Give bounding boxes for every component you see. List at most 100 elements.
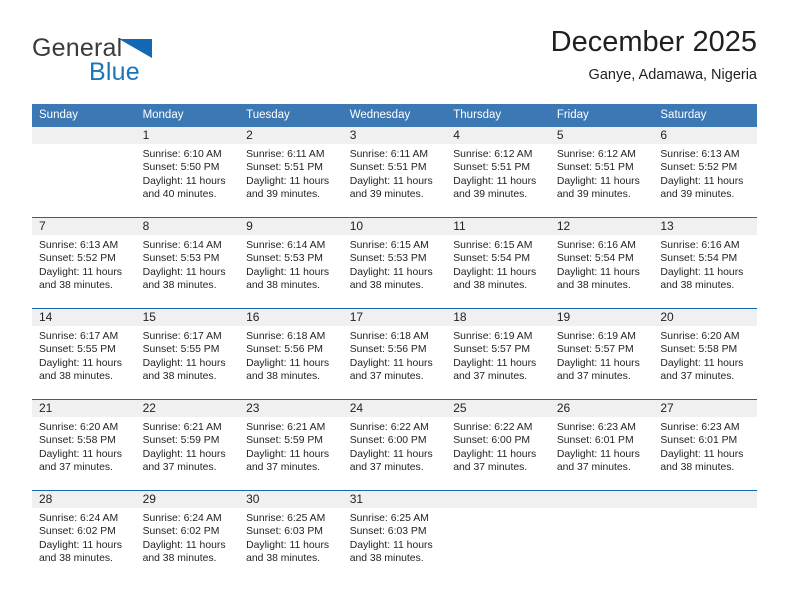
day-number: 15	[135, 309, 240, 326]
day-number: 24	[342, 400, 447, 417]
weekday-header-saturday: Saturday	[653, 104, 757, 127]
calendar-day-cell[interactable]: 24 Sunrise: 6:22 AM Sunset: 6:00 PM Dayligh…	[342, 399, 447, 491]
calendar-day-cell[interactable]: 27 Sunrise: 6:23 AM Sunset: 6:01 PM Dayligh…	[653, 399, 757, 491]
sunrise-text: Sunrise: 6:19 AM	[453, 331, 533, 342]
daylight-line2-text: and 38 minutes.	[39, 279, 113, 291]
calendar-day-cell[interactable]: 26 Sunrise: 6:23 AM Sunset: 6:01 PM Dayligh…	[549, 399, 654, 491]
daylight-line1-text: Daylight: 11 hours	[142, 175, 226, 187]
weekday-header-tuesday: Tuesday	[239, 104, 343, 127]
day-details: Sunrise: 6:25 AM Sunset: 6:03 PM Daylight:…	[239, 508, 343, 565]
sunrise-text: Sunrise: 6:22 AM	[349, 422, 429, 433]
calendar-day-cell[interactable]: 16 Sunrise: 6:18 AM Sunset: 5:56 PM Dayligh…	[239, 308, 343, 400]
day-number: 30	[239, 491, 343, 508]
sunrise-text: Sunrise: 6:21 AM	[246, 422, 326, 433]
day-number: 28	[32, 491, 136, 508]
day-number: 1	[135, 127, 240, 144]
calendar-week-row: 7 Sunrise: 6:13 AM Sunset: 5:52 PM Daylight…	[32, 217, 757, 309]
calendar-day-cell[interactable]: 30 Sunrise: 6:25 AM Sunset: 6:03 PM Dayligh…	[239, 490, 343, 581]
calendar-day-cell[interactable]: 7 Sunrise: 6:13 AM Sunset: 5:52 PM Daylight…	[32, 217, 136, 309]
daylight-line1-text: Daylight: 11 hours	[349, 266, 433, 278]
daylight-line1-text: Daylight: 11 hours	[660, 175, 744, 187]
calendar-day-cell[interactable]: 23 Sunrise: 6:21 AM Sunset: 5:59 PM Dayligh…	[239, 399, 343, 491]
daylight-line2-text: and 38 minutes.	[246, 552, 321, 564]
sunrise-text: Sunrise: 6:12 AM	[453, 149, 533, 160]
calendar-day-cell[interactable]: 10 Sunrise: 6:15 AM Sunset: 5:53 PM Dayligh…	[342, 217, 447, 309]
calendar-week-row: 21 Sunrise: 6:20 AM Sunset: 5:58 PM Dayligh…	[32, 399, 757, 491]
day-details: Sunrise: 6:21 AM Sunset: 5:59 PM Daylight:…	[239, 417, 343, 474]
sunset-text: Sunset: 6:02 PM	[39, 526, 116, 538]
calendar-day-cell[interactable]: 11 Sunrise: 6:15 AM Sunset: 5:54 PM Dayligh…	[446, 217, 550, 309]
sunset-text: Sunset: 5:56 PM	[246, 344, 323, 356]
sunset-text: Sunset: 5:51 PM	[349, 162, 427, 174]
calendar-day-cell[interactable]: 8 Sunrise: 6:14 AM Sunset: 5:53 PM Daylight…	[135, 217, 240, 309]
sunrise-text: Sunrise: 6:10 AM	[142, 149, 222, 160]
calendar-day-cell[interactable]: 4 Sunrise: 6:12 AM Sunset: 5:51 PM Daylight…	[446, 127, 550, 218]
calendar-day-cell[interactable]: 28 Sunrise: 6:24 AM Sunset: 6:02 PM Dayligh…	[32, 490, 136, 581]
calendar-day-cell[interactable]: 13 Sunrise: 6:16 AM Sunset: 5:54 PM Dayligh…	[653, 217, 757, 309]
triangle-flag-icon	[119, 39, 152, 58]
day-number: 18	[446, 309, 550, 326]
sunrise-text: Sunrise: 6:17 AM	[142, 331, 222, 342]
sunrise-text: Sunrise: 6:23 AM	[556, 422, 636, 433]
daylight-line2-text: and 38 minutes.	[39, 370, 113, 382]
daylight-line1-text: Daylight: 11 hours	[453, 448, 537, 460]
day-details: Sunrise: 6:24 AM Sunset: 6:02 PM Daylight:…	[136, 508, 240, 565]
daylight-line2-text: and 38 minutes.	[660, 279, 735, 291]
calendar-day-cell[interactable]: 21 Sunrise: 6:20 AM Sunset: 5:58 PM Dayligh…	[32, 399, 136, 491]
calendar-day-cell[interactable]: 3 Sunrise: 6:11 AM Sunset: 5:51 PM Daylight…	[342, 127, 447, 218]
sunset-text: Sunset: 5:51 PM	[246, 162, 323, 174]
daylight-line2-text: and 37 minutes.	[142, 461, 217, 473]
day-number: 27	[653, 400, 757, 417]
calendar-day-cell[interactable]: 18 Sunrise: 6:19 AM Sunset: 5:57 PM Dayligh…	[446, 308, 550, 400]
calendar-day-cell[interactable]: 5 Sunrise: 6:12 AM Sunset: 5:51 PM Daylight…	[549, 127, 654, 218]
calendar-day-cell[interactable]: 2 Sunrise: 6:11 AM Sunset: 5:51 PM Daylight…	[239, 127, 343, 218]
day-number: 4	[446, 127, 550, 144]
calendar-day-cell[interactable]: 20 Sunrise: 6:20 AM Sunset: 5:58 PM Dayligh…	[653, 308, 757, 400]
daylight-line1-text: Daylight: 11 hours	[453, 357, 537, 369]
sunset-text: Sunset: 6:02 PM	[142, 526, 220, 538]
daylight-line2-text: and 37 minutes.	[453, 370, 528, 382]
calendar-day-cell[interactable]: 15 Sunrise: 6:17 AM Sunset: 5:55 PM Dayligh…	[135, 308, 240, 400]
day-number: 16	[239, 309, 343, 326]
calendar-day-cell[interactable]: 9 Sunrise: 6:14 AM Sunset: 5:53 PM Daylight…	[239, 217, 343, 309]
daylight-line2-text: and 37 minutes.	[660, 370, 735, 382]
calendar-day-cell[interactable]: 31 Sunrise: 6:25 AM Sunset: 6:03 PM Dayligh…	[342, 490, 447, 581]
day-details: Sunrise: 6:22 AM Sunset: 6:00 PM Daylight:…	[446, 417, 550, 474]
calendar-day-cell[interactable]: 29 Sunrise: 6:24 AM Sunset: 6:02 PM Dayligh…	[135, 490, 240, 581]
calendar-day-cell[interactable]: 14 Sunrise: 6:17 AM Sunset: 5:55 PM Dayligh…	[32, 308, 136, 400]
sunset-text: Sunset: 6:03 PM	[349, 526, 427, 538]
sunrise-text: Sunrise: 6:24 AM	[39, 513, 119, 524]
daylight-line1-text: Daylight: 11 hours	[246, 539, 330, 551]
calendar-day-cell[interactable]: 1 Sunrise: 6:10 AM Sunset: 5:50 PM Daylight…	[135, 127, 240, 218]
daylight-line1-text: Daylight: 11 hours	[349, 175, 433, 187]
daylight-line2-text: and 38 minutes.	[349, 279, 424, 291]
calendar-page: General Blue December 2025 Ganye, Adamaw…	[0, 0, 792, 612]
sunset-text: Sunset: 5:51 PM	[453, 162, 531, 174]
calendar-body: 1 Sunrise: 6:10 AM Sunset: 5:50 PM Daylight…	[32, 127, 757, 581]
sunset-text: Sunset: 5:53 PM	[246, 253, 323, 265]
daylight-line2-text: and 38 minutes.	[39, 552, 113, 564]
day-details: Sunrise: 6:21 AM Sunset: 5:59 PM Daylight:…	[136, 417, 240, 474]
calendar-day-cell[interactable]: 19 Sunrise: 6:19 AM Sunset: 5:57 PM Dayligh…	[549, 308, 654, 400]
day-number	[32, 127, 136, 144]
brand-logo: General Blue	[32, 34, 262, 90]
calendar-day-cell[interactable]: 17 Sunrise: 6:18 AM Sunset: 5:56 PM Dayligh…	[342, 308, 447, 400]
daylight-line2-text: and 39 minutes.	[453, 188, 528, 200]
location-subtitle: Ganye, Adamawa, Nigeria	[588, 67, 757, 83]
day-number	[549, 491, 654, 508]
day-number: 12	[549, 218, 654, 235]
day-number: 14	[32, 309, 136, 326]
sunset-text: Sunset: 5:58 PM	[39, 435, 116, 447]
daylight-line2-text: and 39 minutes.	[556, 188, 631, 200]
weekday-header-wednesday: Wednesday	[342, 104, 447, 127]
calendar-day-cell[interactable]: 22 Sunrise: 6:21 AM Sunset: 5:59 PM Dayligh…	[135, 399, 240, 491]
daylight-line2-text: and 39 minutes.	[660, 188, 735, 200]
calendar-day-cell[interactable]: 6 Sunrise: 6:13 AM Sunset: 5:52 PM Daylight…	[653, 127, 757, 218]
sunset-text: Sunset: 6:03 PM	[246, 526, 323, 538]
sunrise-text: Sunrise: 6:15 AM	[453, 240, 533, 251]
day-details: Sunrise: 6:14 AM Sunset: 5:53 PM Daylight:…	[239, 235, 343, 292]
calendar-day-cell[interactable]: 25 Sunrise: 6:22 AM Sunset: 6:00 PM Dayligh…	[446, 399, 550, 491]
daylight-line2-text: and 37 minutes.	[39, 461, 113, 473]
calendar-day-cell[interactable]: 12 Sunrise: 6:16 AM Sunset: 5:54 PM Dayligh…	[549, 217, 654, 309]
day-details: Sunrise: 6:12 AM Sunset: 5:51 PM Daylight:…	[446, 144, 550, 201]
